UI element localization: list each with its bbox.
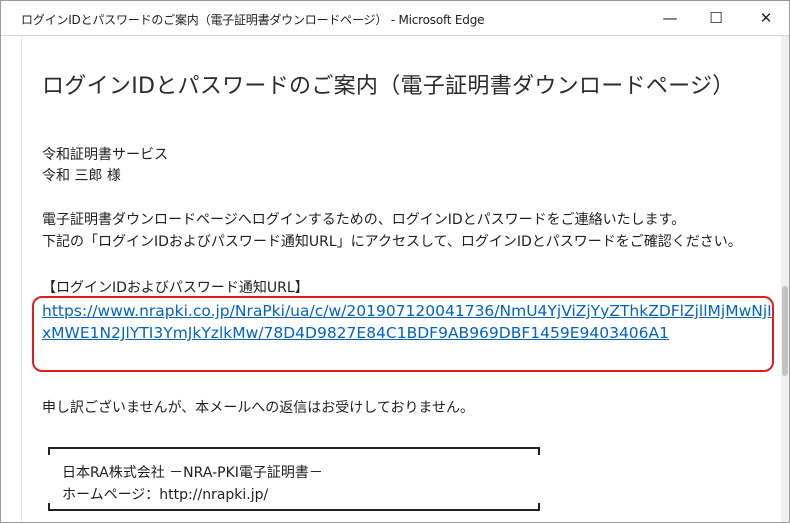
notification-url-link[interactable]: https://www.nrapki.co.jp/NraPki/ua/c/w/2…: [42, 300, 772, 344]
message-paragraph-2: 下記の「ログインIDおよびパスワード通知URL」にアクセスして、ログインIDとパ…: [42, 234, 742, 250]
close-icon: ✕: [759, 9, 773, 27]
organization-name: 令和証明書サービス: [42, 147, 168, 163]
close-button[interactable]: ✕: [743, 1, 789, 35]
title-bar[interactable]: ログインIDとパスワードのご案内（電子証明書ダウンロードページ） - Micro…: [1, 1, 789, 36]
page-title: ログインIDとパスワードのご案内（電子証明書ダウンロードページ）: [42, 74, 735, 99]
signature-homepage: ホームページ：http://nrapki.jp/: [62, 487, 269, 503]
minimize-icon: —: [662, 9, 678, 27]
signature-border-bottom: [48, 503, 540, 511]
url-heading: 【ログインIDおよびパスワード通知URL】: [42, 280, 309, 296]
window-title: ログインIDとパスワードのご案内（電子証明書ダウンロードページ） - Micro…: [21, 13, 485, 27]
signature-company: 日本RA株式会社 －NRA-PKI電子証明書－: [62, 465, 323, 481]
maximize-icon: ☐: [709, 9, 723, 27]
browser-window: ログインIDとパスワードのご案内（電子証明書ダウンロードページ） - Micro…: [0, 0, 790, 523]
vertical-scrollbar[interactable]: [781, 36, 789, 522]
signature-block: 日本RA株式会社 －NRA-PKI電子証明書－ ホームページ：http://nr…: [48, 447, 540, 511]
scrollbar-thumb[interactable]: [782, 286, 788, 376]
message-paragraph-1: 電子証明書ダウンロードページへログインするための、ログインIDとパスワードをご連…: [42, 212, 686, 228]
minimize-button[interactable]: —: [647, 1, 693, 35]
maximize-button[interactable]: ☐: [693, 1, 739, 35]
recipient-name: 令和 三郎 様: [42, 168, 121, 184]
page-content: ログインIDとパスワードのご案内（電子証明書ダウンロードページ） 令和証明書サー…: [21, 36, 782, 522]
no-reply-notice: 申し訳ございませんが、本メールへの返信はお受けしておりません。: [42, 400, 475, 416]
signature-border-top: [48, 447, 540, 455]
